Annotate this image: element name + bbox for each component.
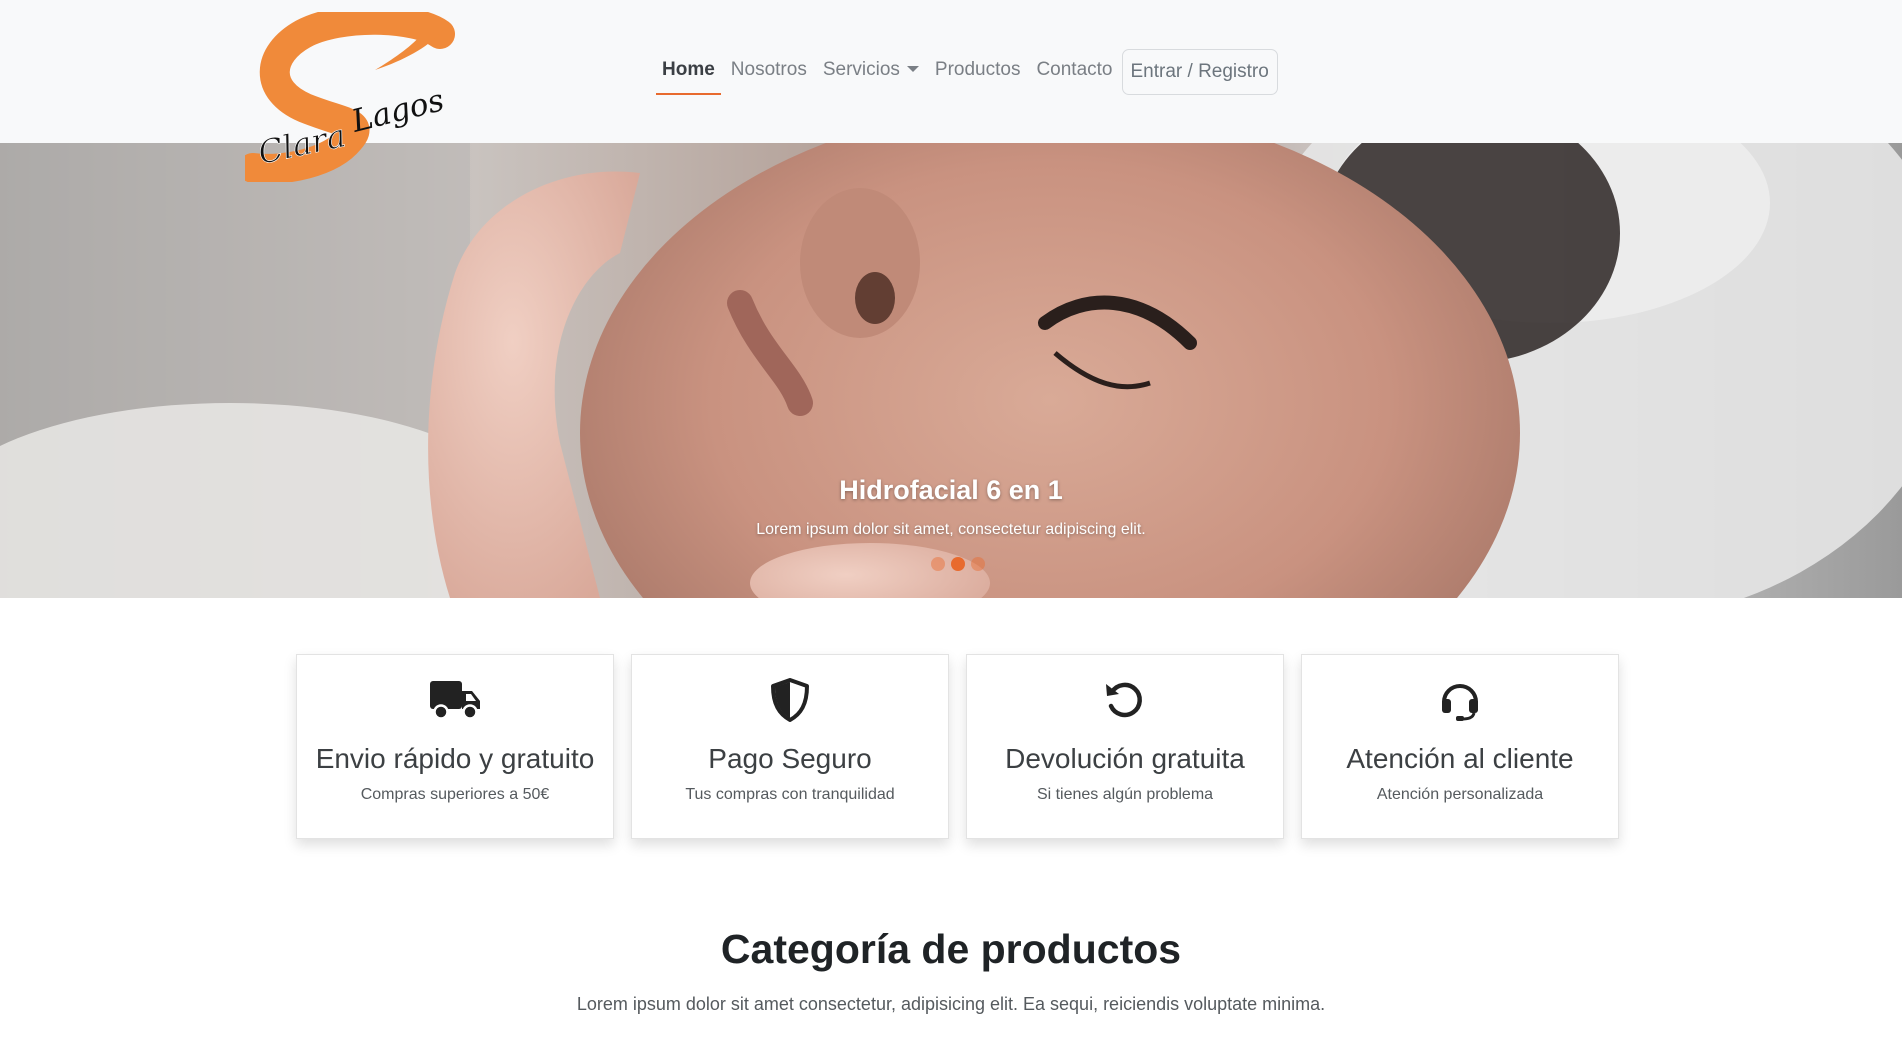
shield-icon [764,677,816,723]
nav-servicios-label: Servicios [822,59,900,80]
hero-subtitle: Lorem ipsum dolor sit amet, consectetur … [756,521,1146,538]
features-row: Envio rápido y gratuito Compras superior… [296,654,1619,839]
nav-home[interactable]: Home [654,48,723,96]
nav-nosotros[interactable]: Nosotros [723,48,815,96]
carousel-indicator-1[interactable] [931,557,945,571]
nav-servicios[interactable]: Servicios [815,48,927,96]
feature-subtitle: Si tienes algún problema [1036,786,1214,803]
feature-title: Pago Seguro [708,743,872,774]
login-register-button[interactable]: Entrar / Registro [1121,49,1278,95]
feature-title: Atención al cliente [1346,743,1574,774]
hero-title: Hidrofacial 6 en 1 [839,475,1063,505]
feature-title: Envio rápido y gratuito [315,743,595,774]
feature-card-secure-payment: Pago Seguro Tus compras con tranquilidad [631,654,949,839]
feature-subtitle: Atención personalizada [1376,786,1544,803]
carousel-indicator-3[interactable] [971,557,985,571]
categories-subtitle: Lorem ipsum dolor sit amet consectetur, … [576,994,1326,1014]
feature-card-free-returns: Devolución gratuita Si tienes algún prob… [966,654,1284,839]
rotate-left-icon [1099,677,1151,723]
feature-subtitle: Tus compras con tranquilidad [685,786,895,803]
brand-logo[interactable]: Clara Lagos [238,4,455,184]
main-nav: Home Nosotros Servicios Productos Contac… [654,48,1278,96]
caret-down-icon [906,66,919,72]
carousel-indicator-2[interactable] [951,557,965,571]
logo-name-last: Lagos [347,82,447,140]
feature-card-shipping: Envio rápido y gratuito Compras superior… [296,654,614,839]
nav-contacto[interactable]: Contacto [1028,48,1120,96]
categories-title: Categoría de productos [720,926,1182,972]
feature-title: Devolución gratuita [1005,743,1245,774]
headset-icon [1434,677,1486,723]
truck-icon [429,677,481,723]
hero-carousel[interactable]: Hidrofacial 6 en 1 Lorem ipsum dolor sit… [0,143,1902,598]
feature-card-customer-service: Atención al cliente Atención personaliza… [1301,654,1619,839]
feature-subtitle: Compras superiores a 50€ [360,786,550,803]
carousel-indicators [931,557,985,571]
nav-productos[interactable]: Productos [927,48,1029,96]
